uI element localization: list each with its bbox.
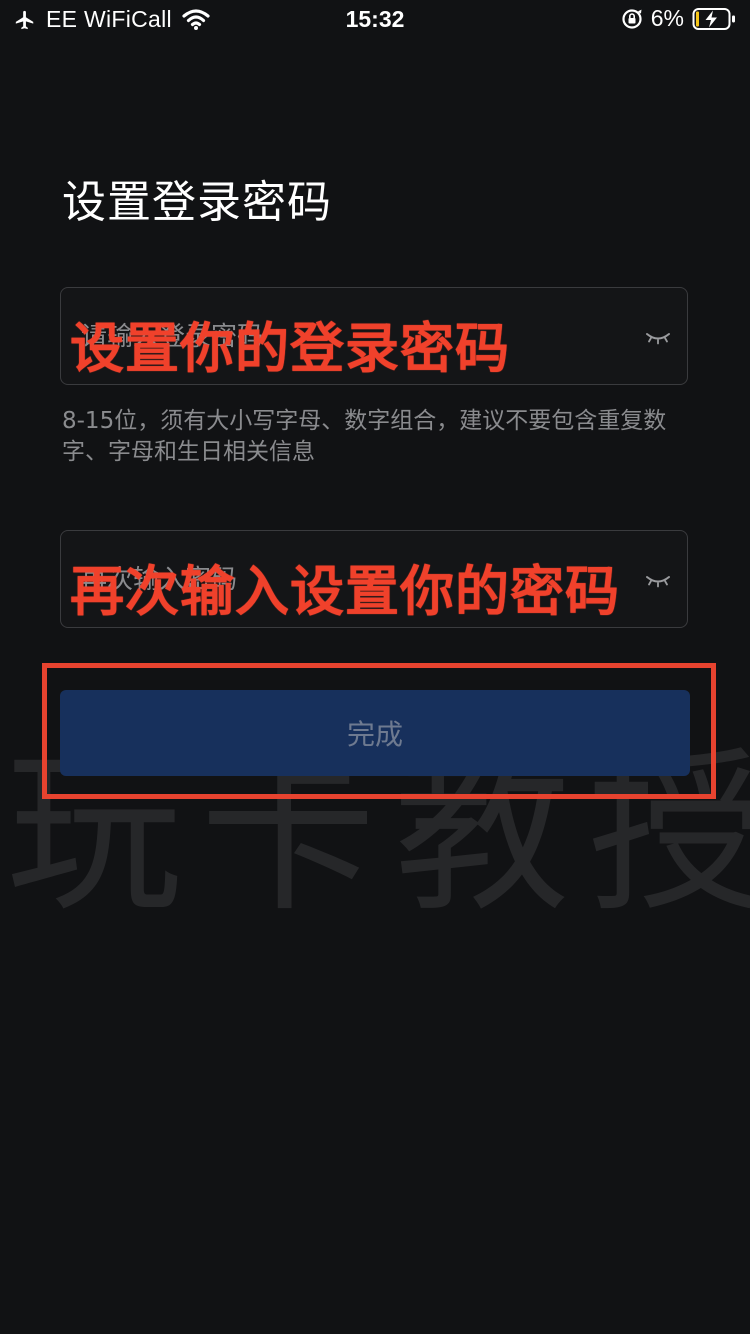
status-right: 6% (621, 5, 736, 32)
battery-percent: 6% (650, 5, 684, 31)
page-title: 设置登录密码 (62, 177, 332, 228)
toggle-confirm-visibility-button[interactable] (643, 565, 673, 595)
eye-closed-icon (644, 572, 672, 588)
annotation-highlight-box (42, 663, 716, 799)
orientation-lock-icon (621, 8, 643, 30)
battery-charging-icon (692, 7, 736, 31)
status-bar: EE WiFiCall 15:32 6% (0, 0, 750, 40)
toggle-visibility-button[interactable] (643, 322, 673, 352)
annotation-caption-password: 设置你的登录密码 (70, 317, 510, 380)
annotation-caption-confirm: 再次输入设置你的密码 (70, 560, 620, 623)
password-hint: 8-15位，须有大小写字母、数字组合，建议不要包含重复数字、字母和生日相关信息 (62, 408, 667, 465)
eye-closed-icon (644, 329, 672, 345)
